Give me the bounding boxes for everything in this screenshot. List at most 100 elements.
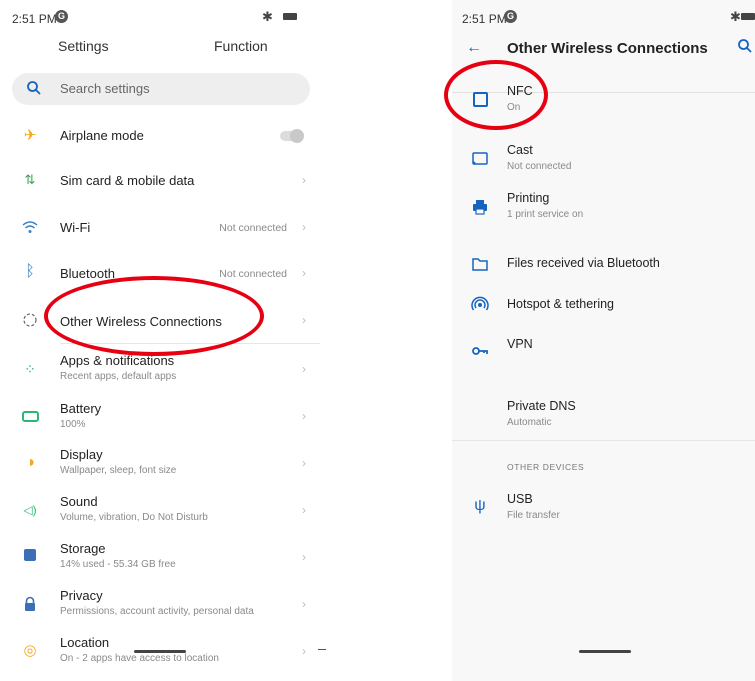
- display-label: Display: [60, 447, 103, 462]
- tab-bar: Settings Function: [0, 36, 320, 72]
- sim-data-icon: ⇅: [24, 172, 36, 187]
- chevron-right-icon: ›: [302, 456, 306, 470]
- display-row[interactable]: ◑ Display Wallpaper, sleep, font size ›: [0, 442, 320, 488]
- cast-row[interactable]: Cast Not connected: [452, 137, 755, 183]
- printer-icon: [473, 200, 487, 215]
- status-bar: 2:51 PM G ✱: [0, 0, 320, 36]
- airplane-mode-label: Airplane mode: [60, 128, 144, 143]
- nav-handle[interactable]: [134, 650, 186, 653]
- annotation-circle: [44, 276, 264, 356]
- battery-status-icon: [741, 13, 755, 20]
- usb-row[interactable]: ψ USB File transfer: [452, 486, 755, 532]
- bluetooth-status-icon: ✱: [730, 9, 741, 24]
- battery-subtitle: 100%: [60, 419, 86, 430]
- chevron-right-icon: ›: [302, 503, 306, 517]
- airplane-mode-row[interactable]: ✈ Airplane mode: [0, 114, 320, 160]
- printing-row[interactable]: Printing 1 print service on: [452, 185, 755, 231]
- apps-subtitle: Recent apps, default apps: [60, 371, 177, 382]
- search-icon: [27, 81, 41, 95]
- hotspot-row[interactable]: Hotspot & tethering: [452, 283, 755, 329]
- chevron-right-icon: ›: [302, 409, 306, 423]
- folder-icon: [472, 258, 488, 271]
- page-title: Other Wireless Connections: [507, 40, 708, 57]
- status-bar: 2:51 PM G ✱: [452, 0, 755, 36]
- airplane-icon: ✈: [23, 127, 37, 144]
- divider: [452, 440, 755, 441]
- status-time: 2:51 PM: [12, 12, 57, 26]
- nav-handle[interactable]: [579, 650, 631, 653]
- battery-row[interactable]: Battery 100% ›: [0, 395, 320, 441]
- airplane-mode-toggle[interactable]: [280, 129, 304, 143]
- hotspot-label: Hotspot & tethering: [507, 297, 615, 311]
- wifi-icon: [22, 221, 38, 233]
- vpn-label: VPN: [507, 337, 533, 351]
- search-input[interactable]: Search settings: [60, 81, 150, 96]
- bluetooth-status: Not connected: [219, 268, 287, 280]
- storage-subtitle: 14% used - 55.34 GB free: [60, 559, 176, 570]
- chevron-right-icon: ›: [302, 313, 306, 327]
- usb-subtitle: File transfer: [507, 510, 560, 521]
- location-row[interactable]: ◎ Location On - 2 apps have access to lo…: [0, 630, 320, 676]
- sound-row[interactable]: ◁) Sound Volume, vibration, Do Not Distu…: [0, 489, 320, 535]
- sim-card-label: Sim card & mobile data: [60, 173, 195, 188]
- wireless-icon: [23, 313, 37, 327]
- sim-card-row[interactable]: ⇅ Sim card & mobile data ›: [0, 158, 320, 204]
- battery-status-icon: [283, 13, 297, 20]
- tab-function[interactable]: Function: [214, 38, 268, 54]
- status-time: 2:51 PM: [462, 12, 507, 26]
- printing-label: Printing: [507, 191, 550, 205]
- chevron-right-icon: ›: [302, 597, 306, 611]
- privacy-lock-icon: [25, 596, 35, 611]
- bluetooth-icon: ᛒ: [25, 263, 35, 280]
- apps-icon: ⁘: [24, 361, 36, 377]
- cast-icon: [472, 152, 488, 165]
- wifi-status: Not connected: [219, 222, 287, 234]
- location-icon: ◎: [23, 642, 37, 659]
- storage-icon: [20, 547, 40, 567]
- chevron-right-icon: ›: [302, 266, 306, 280]
- cast-label: Cast: [507, 143, 533, 157]
- printing-status: 1 print service on: [507, 209, 584, 220]
- chevron-right-icon: ›: [302, 173, 306, 187]
- usb-icon: ψ: [474, 497, 486, 514]
- search-icon[interactable]: [737, 38, 753, 54]
- display-subtitle: Wallpaper, sleep, font size: [60, 465, 177, 476]
- storage-row[interactable]: Storage 14% used - 55.34 GB free ›: [0, 536, 320, 582]
- location-label: Location: [60, 635, 110, 650]
- sound-label: Sound: [60, 494, 98, 509]
- hotspot-icon: [471, 296, 489, 311]
- google-icon: G: [504, 10, 517, 23]
- sound-subtitle: Volume, vibration, Do Not Disturb: [60, 512, 208, 523]
- location-subtitle: On - 2 apps have access to location: [60, 653, 219, 664]
- wifi-label: Wi-Fi: [60, 220, 91, 235]
- back-arrow-icon[interactable]: ←: [466, 39, 482, 57]
- chevron-right-icon: ›: [302, 550, 306, 564]
- vpn-key-icon: [472, 347, 488, 355]
- cast-status: Not connected: [507, 161, 572, 172]
- battery-icon: [20, 408, 40, 428]
- wifi-row[interactable]: Wi-Fi Not connected ›: [0, 205, 320, 251]
- chevron-right-icon: ›: [302, 362, 306, 376]
- google-icon: G: [55, 10, 68, 23]
- files-bluetooth-label: Files received via Bluetooth: [507, 256, 660, 270]
- chevron-right-icon: ›: [302, 644, 306, 658]
- display-icon: ◑: [25, 454, 35, 471]
- private-dns-row[interactable]: Private DNS Automatic: [452, 393, 755, 439]
- vpn-row[interactable]: VPN: [452, 327, 755, 373]
- tab-settings[interactable]: Settings: [58, 38, 109, 54]
- private-dns-label: Private DNS: [507, 399, 576, 413]
- files-bluetooth-row[interactable]: Files received via Bluetooth: [452, 242, 755, 288]
- chevron-right-icon: ›: [302, 220, 306, 234]
- privacy-row[interactable]: Privacy Permissions, account activity, p…: [0, 583, 320, 629]
- storage-label: Storage: [60, 541, 106, 556]
- privacy-subtitle: Permissions, account activity, personal …: [60, 606, 254, 617]
- private-dns-status: Automatic: [507, 417, 552, 428]
- bluetooth-status-icon: ✱: [262, 9, 273, 24]
- usb-label: USB: [507, 492, 533, 506]
- search-bar[interactable]: Search settings: [12, 73, 310, 105]
- annotation-circle: [444, 60, 548, 130]
- privacy-label: Privacy: [60, 588, 103, 603]
- battery-label: Battery: [60, 401, 102, 416]
- sound-icon: ◁): [23, 503, 37, 517]
- divider: [318, 649, 326, 650]
